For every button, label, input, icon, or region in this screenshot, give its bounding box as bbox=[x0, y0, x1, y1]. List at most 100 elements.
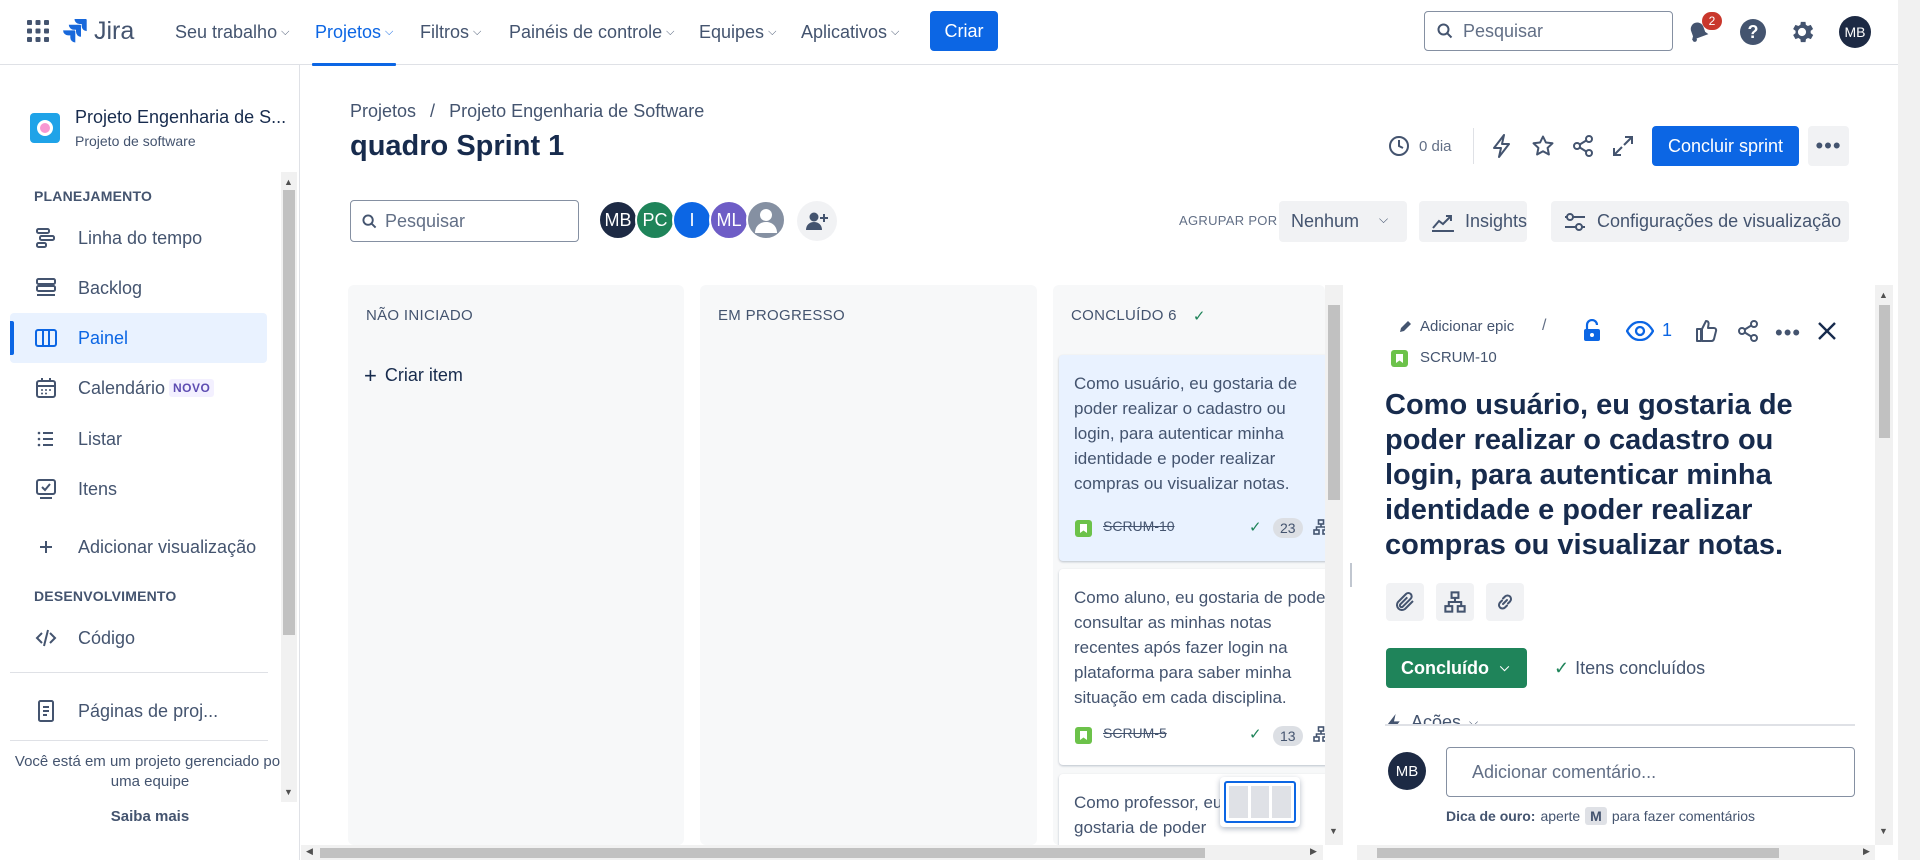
scroll-left-arrow-icon[interactable]: ◀ bbox=[306, 846, 313, 857]
board-search-input[interactable]: Pesquisar bbox=[350, 200, 579, 242]
sidebar-add-view[interactable]: Adicionar visualização bbox=[10, 522, 267, 572]
sidebar-item-label: Adicionar visualização bbox=[78, 536, 257, 557]
chevron-down-icon: ⌵ bbox=[473, 25, 482, 38]
status-dropdown[interactable]: Concluído ⌵ bbox=[1386, 648, 1527, 688]
fullscreen-expand-icon[interactable] bbox=[1611, 134, 1635, 158]
issue-key-link[interactable]: SCRUM-10 bbox=[1420, 349, 1497, 366]
sliders-icon bbox=[1565, 212, 1585, 231]
user-avatar[interactable]: MB bbox=[1839, 16, 1871, 48]
scroll-right-arrow-icon[interactable]: ▶ bbox=[1310, 846, 1317, 857]
minimap-viewport[interactable] bbox=[1224, 781, 1296, 823]
child-issue-button[interactable] bbox=[1436, 583, 1474, 621]
nav-aplicativos[interactable]: Aplicativos ⌵ bbox=[801, 18, 899, 46]
board-horizontal-scrollbar-thumb[interactable] bbox=[320, 848, 1205, 858]
share-icon[interactable] bbox=[1736, 319, 1760, 343]
nav-label: Filtros bbox=[420, 21, 469, 42]
app-switcher-icon[interactable] bbox=[27, 20, 49, 42]
create-button[interactable]: Criar bbox=[930, 11, 998, 51]
watch-button[interactable]: 1 bbox=[1626, 320, 1672, 341]
filter-avatar-ml[interactable]: ML bbox=[709, 200, 749, 240]
complete-sprint-button[interactable]: Concluir sprint bbox=[1652, 126, 1799, 166]
insights-button[interactable]: Insights bbox=[1419, 201, 1527, 242]
breadcrumb: Projetos / Projeto Engenharia de Softwar… bbox=[350, 101, 704, 122]
detail-scrollbar-thumb[interactable] bbox=[1879, 305, 1890, 438]
scroll-down-arrow-icon[interactable]: ▼ bbox=[284, 787, 293, 797]
nav-paineis[interactable]: Painéis de controle ⌵ bbox=[509, 18, 674, 46]
search-icon bbox=[1437, 23, 1453, 39]
project-name[interactable]: Projeto Engenharia de S... bbox=[75, 107, 286, 128]
nav-seu-trabalho[interactable]: Seu trabalho ⌵ bbox=[175, 18, 289, 46]
card-key[interactable]: SCRUM-10 bbox=[1103, 518, 1175, 534]
column-not-started: NÃO INICIADO + Criar item bbox=[348, 285, 684, 845]
attach-button[interactable] bbox=[1386, 583, 1424, 621]
issue-title[interactable]: Como usuário, eu gostaria de poder reali… bbox=[1385, 388, 1855, 563]
comment-divider bbox=[1385, 724, 1855, 726]
user-icon bbox=[755, 209, 777, 233]
sidebar-scrollbar-thumb[interactable] bbox=[283, 190, 295, 635]
more-actions-button[interactable]: ••• bbox=[1808, 126, 1849, 166]
group-by-select[interactable]: Nenhum ⌵ bbox=[1279, 201, 1407, 242]
breadcrumb-separator: / bbox=[1542, 317, 1547, 334]
detail-horizontal-scrollbar-thumb[interactable] bbox=[1377, 848, 1779, 858]
project-avatar[interactable] bbox=[30, 113, 60, 143]
nav-equipes[interactable]: Equipes ⌵ bbox=[699, 18, 776, 46]
column-title: CONCLUÍDO 6 ✓ bbox=[1071, 307, 1206, 325]
filter-avatar-pc[interactable]: PC bbox=[635, 200, 675, 240]
sidebar-item-label: Listar bbox=[78, 428, 123, 449]
scroll-down-arrow-icon[interactable]: ▼ bbox=[1329, 826, 1338, 836]
issue-card[interactable]: Como usuário, eu gostaria de poder reali… bbox=[1059, 355, 1325, 561]
automation-lightning-icon[interactable] bbox=[1491, 134, 1513, 158]
create-issue-button[interactable]: + Criar item bbox=[364, 364, 463, 386]
sidebar-item-issues[interactable]: Itens bbox=[10, 464, 267, 514]
sidebar-item-timeline[interactable]: Linha do tempo bbox=[10, 213, 267, 263]
more-actions-icon[interactable]: ••• bbox=[1775, 320, 1801, 346]
comment-placeholder: Adicionar comentário... bbox=[1472, 761, 1657, 782]
sidebar-item-backlog[interactable]: Backlog bbox=[10, 263, 267, 313]
sprint-timer[interactable]: 0 dia bbox=[1388, 135, 1452, 157]
star-icon[interactable] bbox=[1531, 134, 1555, 158]
board-scrollbar-thumb[interactable] bbox=[1328, 305, 1340, 500]
close-icon[interactable] bbox=[1817, 321, 1837, 341]
board-minimap[interactable] bbox=[1220, 777, 1300, 827]
view-settings-button[interactable]: Configurações de visualização bbox=[1551, 201, 1849, 242]
sidebar-item-calendar[interactable]: Calendário NOVO bbox=[10, 363, 267, 413]
panel-resize-handle[interactable] bbox=[1350, 563, 1352, 587]
learn-more-link[interactable]: Saiba mais bbox=[10, 808, 290, 825]
link-issue-button[interactable] bbox=[1486, 583, 1524, 621]
add-epic-button[interactable]: Adicionar epic bbox=[1398, 318, 1514, 335]
breadcrumb-projects[interactable]: Projetos bbox=[350, 101, 416, 122]
jira-logo-icon bbox=[63, 19, 87, 43]
share-icon[interactable] bbox=[1571, 134, 1595, 158]
scroll-down-arrow-icon[interactable]: ▼ bbox=[1879, 826, 1888, 836]
sidebar-item-list[interactable]: Listar bbox=[10, 414, 267, 464]
nav-projetos[interactable]: Projetos ⌵ bbox=[311, 18, 397, 66]
scroll-up-arrow-icon[interactable]: ▲ bbox=[1879, 290, 1888, 300]
nav-filtros[interactable]: Filtros ⌵ bbox=[420, 18, 481, 46]
issue-card[interactable]: Como aluno, eu gostaria de poder consult… bbox=[1059, 569, 1325, 765]
breadcrumb-project[interactable]: Projeto Engenharia de Software bbox=[449, 101, 704, 122]
settings-gear-icon[interactable] bbox=[1788, 18, 1816, 46]
unlock-icon[interactable] bbox=[1582, 319, 1602, 343]
watcher-count: 1 bbox=[1662, 320, 1673, 340]
project-avatar-icon bbox=[37, 120, 53, 136]
group-by-label: AGRUPAR POR bbox=[1179, 213, 1278, 228]
breadcrumb-separator: / bbox=[430, 101, 436, 121]
scroll-up-arrow-icon[interactable]: ▲ bbox=[284, 177, 293, 187]
nav-label: Aplicativos bbox=[801, 21, 888, 42]
page-scrollbar[interactable] bbox=[1898, 0, 1920, 860]
sidebar-item-board[interactable]: Painel bbox=[10, 313, 267, 363]
scroll-right-arrow-icon[interactable]: ▶ bbox=[1863, 846, 1870, 857]
thumbs-up-icon[interactable] bbox=[1695, 319, 1719, 343]
sidebar-item-project-pages[interactable]: Páginas de proj... bbox=[10, 686, 267, 736]
filter-avatar-unassigned[interactable] bbox=[746, 200, 786, 240]
sidebar-item-code[interactable]: Código bbox=[10, 613, 267, 663]
card-key[interactable]: SCRUM-5 bbox=[1103, 725, 1167, 741]
filter-avatar-i[interactable]: I bbox=[672, 200, 712, 240]
global-search-input[interactable]: Pesquisar bbox=[1424, 11, 1673, 51]
notifications-button[interactable]: 2 bbox=[1685, 12, 1722, 48]
filter-avatar-mb[interactable]: MB bbox=[598, 200, 638, 240]
help-icon[interactable]: ? bbox=[1740, 19, 1766, 45]
add-people-button[interactable] bbox=[797, 201, 837, 241]
comment-input[interactable]: Adicionar comentário... bbox=[1446, 747, 1855, 797]
jira-logo[interactable]: Jira bbox=[62, 14, 134, 48]
